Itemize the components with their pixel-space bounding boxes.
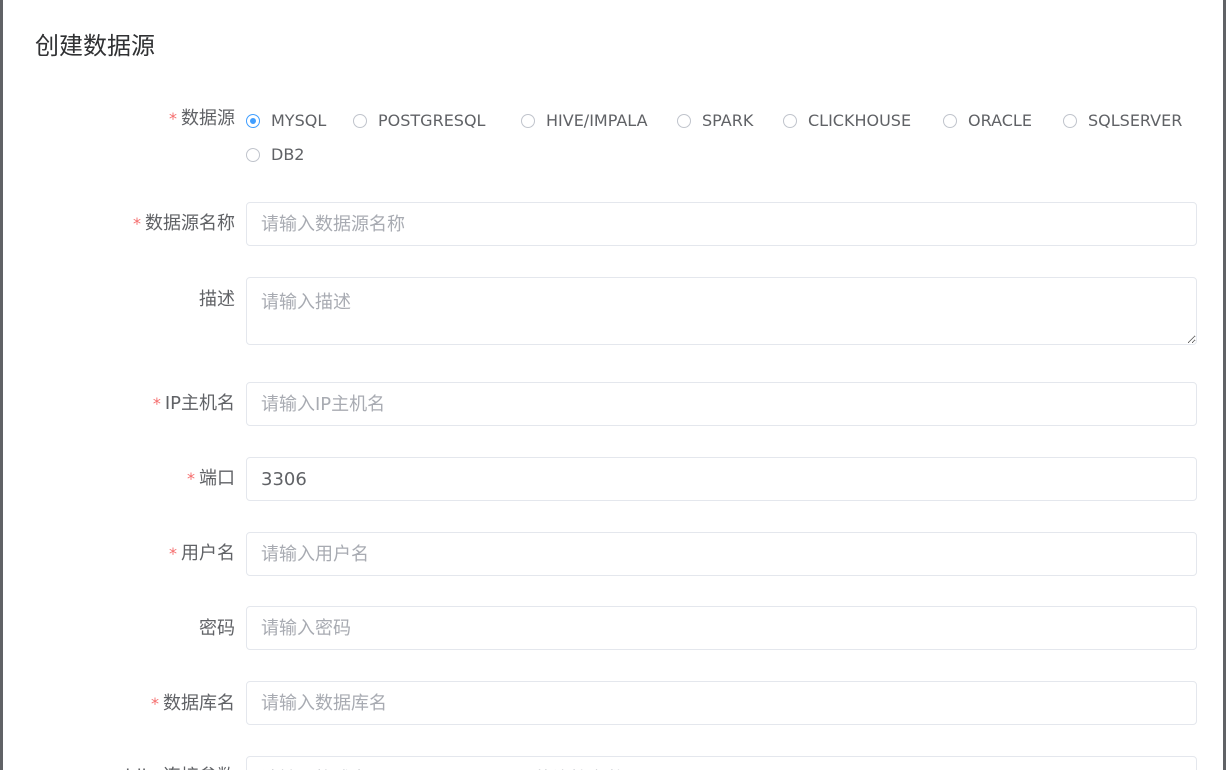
radio-label: ORACLE: [968, 111, 1032, 130]
radio-label: MYSQL: [271, 111, 327, 130]
database-label: * 数据库名: [151, 693, 235, 714]
radio-label: DB2: [271, 145, 305, 164]
datasource-radio-spark[interactable]: SPARK: [677, 111, 753, 130]
jdbc-params-input[interactable]: 请输入格式为{"key1":"value1"}的连接参数: [246, 756, 1197, 770]
radio-label: POSTGRESQL: [378, 111, 486, 130]
host-label: * IP主机名: [152, 393, 235, 414]
radio-label: CLICKHOUSE: [808, 111, 912, 130]
required-mark: *: [151, 694, 159, 713]
description-textarea[interactable]: [246, 277, 1197, 345]
description-label: 描述: [199, 289, 235, 310]
datasource-radio-db2[interactable]: DB2: [246, 145, 304, 164]
required-mark: *: [187, 469, 195, 488]
password-label: 密码: [199, 618, 235, 639]
radio-circle-icon: [677, 113, 691, 128]
required-mark: *: [133, 214, 141, 233]
required-mark: *: [152, 394, 161, 413]
radio-circle-icon: [353, 113, 367, 128]
dialog-title: 创建数据源: [35, 32, 155, 60]
create-datasource-dialog: 创建数据源 * 数据源 MYSQL POSTGRESQL HIVE/IMPALA SPA…: [0, 0, 1226, 770]
radio-label: SPARK: [702, 111, 754, 130]
datasource-name-label: * 数据源名称: [133, 213, 235, 234]
radio-circle-icon: [1063, 113, 1077, 128]
radio-circle-icon: [943, 113, 957, 128]
radio-label: HIVE/IMPALA: [546, 111, 648, 130]
datasource-radio-sqlserver[interactable]: SQLSERVER: [1063, 111, 1182, 130]
datasource-radio-oracle[interactable]: ORACLE: [943, 111, 1032, 130]
host-input[interactable]: [246, 382, 1197, 426]
port-input[interactable]: [246, 457, 1197, 501]
datasource-radio-mysql[interactable]: MYSQL: [246, 111, 326, 130]
radio-circle-icon: [246, 113, 260, 128]
radio-circle-icon: [783, 113, 797, 128]
datasource-radio-clickhouse[interactable]: CLICKHOUSE: [783, 111, 911, 130]
radio-circle-icon: [521, 113, 535, 128]
required-mark: *: [169, 544, 177, 563]
port-label: * 端口: [187, 468, 235, 489]
datasource-radio-postgresql[interactable]: POSTGRESQL: [353, 111, 485, 130]
username-label: * 用户名: [169, 543, 235, 564]
required-mark: *: [169, 109, 177, 128]
datasource-type-label: * 数据源: [169, 108, 235, 129]
jdbc-params-row: jdbc连接参数 请输入格式为{"key1":"value1"}的连接参数: [3, 756, 1226, 770]
radio-label: SQLSERVER: [1088, 111, 1183, 130]
radio-circle-icon: [246, 147, 260, 162]
datasource-name-input[interactable]: [246, 202, 1197, 246]
username-input[interactable]: [246, 532, 1197, 576]
datasource-radio-hive-impala[interactable]: HIVE/IMPALA: [521, 111, 648, 130]
jdbc-params-label: jdbc连接参数: [125, 762, 235, 770]
password-input[interactable]: [246, 606, 1197, 650]
database-input[interactable]: [246, 681, 1197, 725]
